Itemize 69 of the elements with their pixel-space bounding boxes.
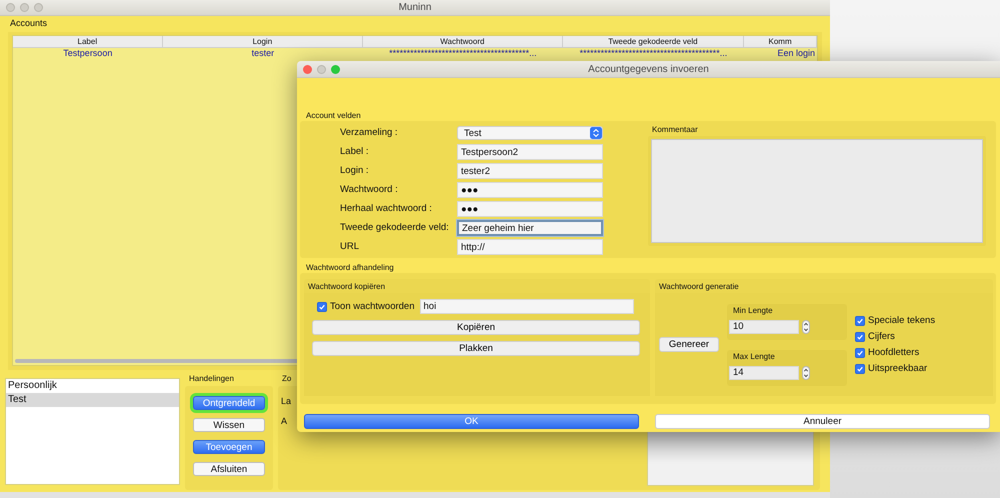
field-label: URL bbox=[340, 240, 360, 254]
list-item[interactable]: Test bbox=[6, 393, 179, 407]
close-icon[interactable] bbox=[6, 3, 15, 12]
list-item[interactable]: Persoonlijk bbox=[6, 379, 179, 393]
checkbox[interactable] bbox=[855, 348, 865, 358]
number-field[interactable]: 14 bbox=[729, 366, 799, 380]
field-label: Wachtwoord : bbox=[340, 183, 399, 197]
comment-field[interactable] bbox=[651, 139, 983, 243]
input-field[interactable]: http:// bbox=[457, 239, 603, 255]
checkbox-label: Hoofdletters bbox=[868, 347, 920, 358]
checkbox[interactable] bbox=[317, 302, 327, 312]
table-cell-text: ****************************************... bbox=[578, 48, 728, 59]
group-title: Wachtwoord generatie bbox=[658, 282, 740, 293]
checkbox-label: Toon wachtwoorden bbox=[330, 301, 414, 312]
copy-button[interactable]: Kopiëren bbox=[312, 320, 640, 335]
window-title: Muninn bbox=[398, 2, 432, 13]
length-label: Max Lengte bbox=[732, 352, 776, 362]
section-title: Wachtwoord afhandeling bbox=[305, 263, 395, 273]
group-title: Wachtwoord kopiëren bbox=[307, 282, 386, 293]
collection-select[interactable]: Test bbox=[457, 126, 603, 140]
input-field[interactable]: Zeer geheim hier bbox=[457, 220, 603, 236]
stepper-icon bbox=[590, 127, 602, 139]
close-icon[interactable] bbox=[303, 64, 312, 74]
field-label: Herhaal wachtwoord : bbox=[340, 202, 433, 216]
section-title: Account velden bbox=[305, 111, 362, 121]
spinner-icon[interactable] bbox=[802, 366, 810, 380]
column-header[interactable]: Label bbox=[13, 36, 163, 47]
minimize-icon[interactable] bbox=[317, 64, 326, 74]
column-header[interactable]: Komm bbox=[744, 36, 817, 47]
dialog-button[interactable]: Annuleer bbox=[655, 414, 990, 429]
checkbox-label: Cijfers bbox=[868, 331, 895, 342]
zoom-icon[interactable] bbox=[331, 64, 340, 74]
table-cell-text: Een login bbox=[776, 48, 816, 59]
copy-button[interactable]: Plakken bbox=[312, 341, 640, 356]
column-header[interactable]: Wachtwoord bbox=[363, 36, 563, 47]
checkbox[interactable] bbox=[855, 316, 865, 326]
section-label: Accounts bbox=[10, 18, 48, 28]
field-label: A bbox=[281, 416, 288, 426]
column-header[interactable]: Login bbox=[162, 36, 364, 47]
password-field[interactable]: hoi bbox=[420, 299, 634, 314]
input-field[interactable]: ●●● bbox=[457, 201, 603, 217]
action-button[interactable]: Wissen bbox=[193, 418, 265, 432]
field-label: Login : bbox=[340, 164, 370, 178]
action-button[interactable]: Afsluiten bbox=[193, 462, 265, 476]
group-title: Handelingen bbox=[188, 374, 234, 385]
zoom-icon[interactable] bbox=[34, 3, 43, 12]
generate-button[interactable]: Genereer bbox=[659, 337, 719, 352]
minimize-icon[interactable] bbox=[20, 3, 29, 12]
field-label: Tweede gekodeerde veld: bbox=[340, 221, 450, 235]
spinner-icon[interactable] bbox=[802, 320, 810, 334]
group-title: Zo bbox=[281, 374, 292, 385]
field-label: La bbox=[281, 396, 292, 406]
table-cell-text: Testpersoon bbox=[62, 48, 114, 59]
checkbox-label: Uitspreekbaar bbox=[868, 363, 928, 374]
input-field[interactable]: tester2 bbox=[457, 163, 603, 179]
number-field[interactable]: 10 bbox=[729, 320, 799, 334]
field-label: Verzameling : bbox=[340, 126, 399, 140]
checkbox[interactable] bbox=[855, 364, 865, 374]
comment-label: Kommentaar bbox=[651, 125, 699, 136]
window-title: Accountgegevens invoeren bbox=[587, 64, 710, 74]
field-label: Label : bbox=[340, 145, 370, 159]
table-cell-text: ****************************************... bbox=[388, 48, 538, 59]
table-cell-text: tester bbox=[250, 48, 276, 59]
length-label: Min Lengte bbox=[732, 306, 774, 316]
checkbox[interactable] bbox=[855, 332, 865, 342]
input-field[interactable]: Testpersoon2 bbox=[457, 144, 603, 160]
column-header[interactable]: Tweede gekodeerde veld bbox=[562, 36, 744, 47]
checkbox-label: Speciale tekens bbox=[868, 315, 936, 326]
input-field[interactable]: ●●● bbox=[457, 182, 603, 198]
